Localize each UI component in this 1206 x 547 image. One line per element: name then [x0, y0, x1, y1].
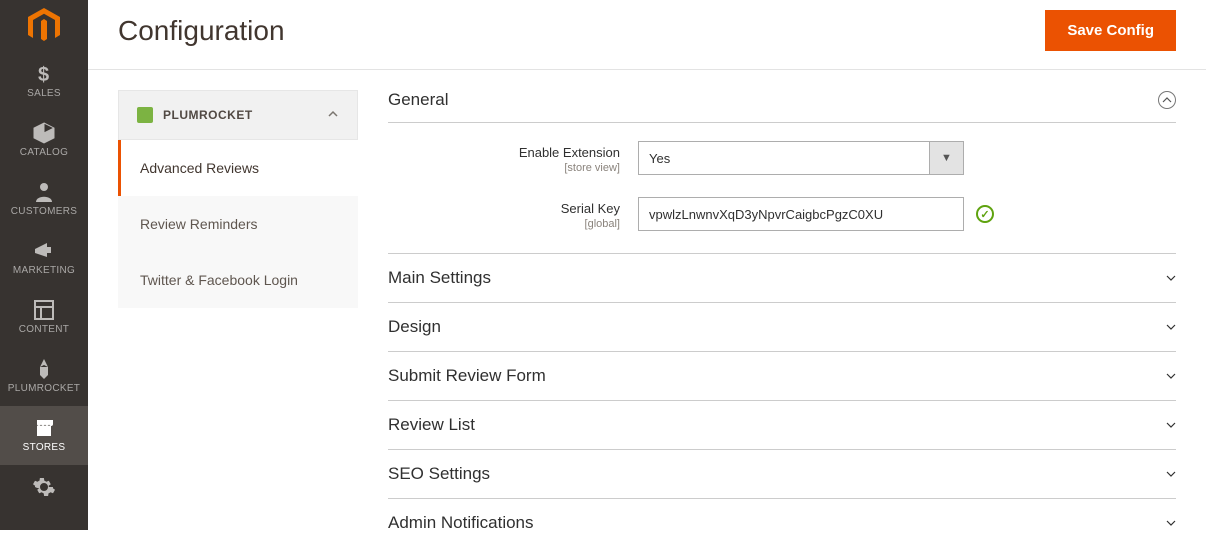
nav-label: PLUMROCKET: [8, 383, 80, 394]
store-icon: [32, 416, 56, 438]
layout-icon: [32, 298, 56, 320]
chevron-up-icon: [1158, 91, 1176, 109]
chevron-down-icon: [1166, 271, 1176, 286]
section-general-body: Enable Extension [store view] Yes ▼ Seri…: [388, 123, 1176, 254]
field-scope: [store view]: [388, 162, 620, 174]
chevron-down-icon: ▼: [929, 142, 963, 174]
nav-label: CONTENT: [19, 324, 69, 335]
save-config-button[interactable]: Save Config: [1045, 10, 1176, 51]
nav-stores[interactable]: STORES: [0, 406, 88, 465]
nav-customers[interactable]: CUSTOMERS: [0, 170, 88, 229]
serial-key-input[interactable]: [638, 197, 964, 231]
section-submit-review-form[interactable]: Submit Review Form: [388, 352, 1176, 401]
svg-text:$: $: [38, 64, 49, 86]
nav-system[interactable]: [0, 465, 88, 501]
nav-label: CATALOG: [20, 147, 68, 158]
sidebar-item-advanced-reviews[interactable]: Advanced Reviews: [118, 140, 358, 196]
field-label: Enable Extension: [519, 145, 620, 160]
nav-marketing[interactable]: MARKETING: [0, 229, 88, 288]
section-seo-settings[interactable]: SEO Settings: [388, 450, 1176, 499]
sidebar-item-review-reminders[interactable]: Review Reminders: [118, 196, 358, 252]
person-icon: [32, 180, 56, 202]
chevron-down-icon: [1166, 320, 1176, 335]
section-main-settings[interactable]: Main Settings: [388, 254, 1176, 303]
chevron-up-icon: [327, 108, 339, 123]
row-enable-extension: Enable Extension [store view] Yes ▼: [388, 141, 1176, 175]
check-icon: ✓: [976, 205, 994, 223]
rocket-icon: [32, 357, 56, 379]
field-scope: [global]: [388, 218, 620, 230]
nav-label: STORES: [23, 442, 66, 453]
gear-icon: [32, 475, 56, 497]
magento-logo[interactable]: [0, 0, 88, 52]
chevron-down-icon: [1166, 467, 1176, 482]
sidebar-group-plumrocket[interactable]: PLUMROCKET: [118, 90, 358, 140]
nav-label: CUSTOMERS: [11, 206, 77, 217]
main-area: Configuration Save Config PLUMROCKET Adv…: [88, 0, 1206, 530]
nav-content[interactable]: CONTENT: [0, 288, 88, 347]
section-admin-notifications[interactable]: Admin Notifications: [388, 499, 1176, 547]
cube-icon: [32, 121, 56, 143]
config-sidebar: PLUMROCKET Advanced Reviews Review Remin…: [118, 90, 358, 547]
chevron-down-icon: [1166, 516, 1176, 531]
section-title: Admin Notifications: [388, 513, 534, 533]
nav-sales[interactable]: $ SALES: [0, 52, 88, 111]
section-title: SEO Settings: [388, 464, 490, 484]
nav-catalog[interactable]: CATALOG: [0, 111, 88, 170]
nav-plumrocket[interactable]: PLUMROCKET: [0, 347, 88, 406]
sidebar-item-twitter-facebook-login[interactable]: Twitter & Facebook Login: [118, 252, 358, 308]
section-title: Main Settings: [388, 268, 491, 288]
nav-label: SALES: [27, 88, 61, 99]
section-design[interactable]: Design: [388, 303, 1176, 352]
select-value: Yes: [639, 142, 929, 174]
section-title: Design: [388, 317, 441, 337]
page-header: Configuration Save Config: [88, 0, 1206, 70]
section-review-list[interactable]: Review List: [388, 401, 1176, 450]
field-label: Serial Key: [561, 201, 620, 216]
sidebar-group-label: PLUMROCKET: [163, 108, 317, 122]
chevron-down-icon: [1166, 418, 1176, 433]
row-serial-key: Serial Key [global] ✓: [388, 197, 1176, 231]
section-title: Review List: [388, 415, 475, 435]
admin-left-nav: $ SALES CATALOG CUSTOMERS MARKETING: [0, 0, 88, 530]
config-panel: General Enable Extension [store view] Ye…: [388, 90, 1176, 547]
chevron-down-icon: [1166, 369, 1176, 384]
enable-extension-select[interactable]: Yes ▼: [638, 141, 964, 175]
section-general-head[interactable]: General: [388, 90, 1176, 123]
megaphone-icon: [32, 239, 56, 261]
magento-logo-icon: [28, 8, 60, 44]
page-title: Configuration: [118, 15, 285, 47]
section-title: General: [388, 90, 448, 110]
dollar-icon: $: [32, 62, 56, 84]
section-title: Submit Review Form: [388, 366, 546, 386]
plumrocket-icon: [137, 107, 153, 123]
nav-label: MARKETING: [13, 265, 75, 276]
